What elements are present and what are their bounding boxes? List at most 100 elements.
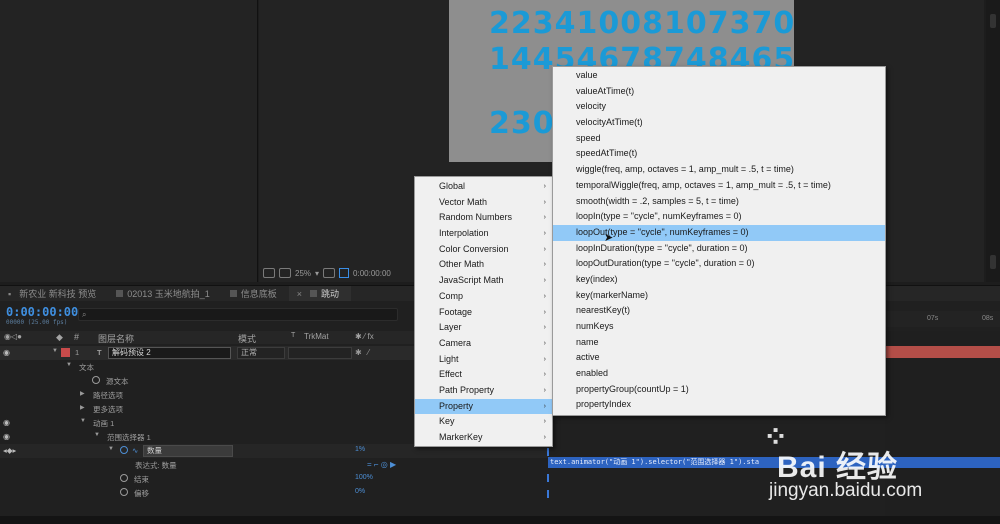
display-icon[interactable]: [279, 268, 291, 278]
mouse-pointer-icon: ➤: [604, 232, 614, 244]
monitor-icon[interactable]: [263, 268, 275, 278]
menu-item-property-index[interactable]: propertyIndex: [553, 397, 885, 413]
current-time[interactable]: 0:00:00:00: [6, 305, 78, 319]
tab-corn-field[interactable]: 02013 玉米地航拍_1: [108, 286, 222, 302]
offset-value[interactable]: 0%: [355, 488, 365, 495]
menu-item-property[interactable]: Property ›: [415, 398, 552, 415]
time-ruler[interactable]: 07s 08s: [885, 311, 1000, 327]
menu-item-effect[interactable]: Effect ›: [415, 367, 552, 383]
menu-item-javascript-math[interactable]: JavaScript Math ›: [415, 273, 552, 289]
menu-item-enabled[interactable]: enabled: [553, 366, 885, 382]
trkmat-select[interactable]: [288, 347, 352, 359]
close-icon[interactable]: ▪: [8, 289, 11, 299]
menu-item-velocity-at-time[interactable]: velocityAtTime(t): [553, 115, 885, 131]
layer-switches[interactable]: ✱ ⁄: [355, 348, 371, 357]
menu-item-global[interactable]: Global ›: [415, 179, 552, 195]
av-switches-icon: ◉◁●: [4, 332, 22, 341]
expand-icon[interactable]: ▼: [52, 348, 58, 354]
expand-icon[interactable]: ▶: [80, 390, 85, 397]
expand-icon[interactable]: ▼: [94, 432, 100, 438]
menu-item-loop-in-duration[interactable]: loopInDuration(type = "cycle", duration …: [553, 241, 885, 257]
chevron-down-icon[interactable]: ▾: [315, 269, 319, 278]
chevron-right-icon: ›: [543, 308, 546, 316]
menu-item-key-index[interactable]: key(index): [553, 272, 885, 288]
tab-jump[interactable]: × 跳动: [288, 285, 352, 302]
menu-item-velocity[interactable]: velocity: [553, 99, 885, 115]
viewer-timecode[interactable]: 0:00:00:00: [353, 269, 391, 278]
column-layer-name[interactable]: 图层名称: [98, 332, 134, 345]
menu-item-nearest-key[interactable]: nearestKey(t): [553, 303, 885, 319]
keyframe-nav-icon[interactable]: ◂◆▸: [3, 446, 16, 455]
tab-preview[interactable]: ▪ 新农业 新科技 预览: [0, 286, 108, 302]
tab-info-board[interactable]: 信息底板: [222, 286, 289, 302]
menu-item-loop-out-duration[interactable]: loopOutDuration(type = "cycle", duration…: [553, 256, 885, 272]
menu-item-wiggle[interactable]: wiggle(freq, amp, octaves = 1, amp_mult …: [553, 162, 885, 178]
stopwatch-icon[interactable]: [92, 376, 100, 384]
expand-icon[interactable]: ▼: [66, 362, 72, 368]
menu-item-light[interactable]: Light ›: [415, 352, 552, 368]
menu-label: Interpolation: [439, 228, 489, 239]
layer-name[interactable]: 解码预设 2: [108, 347, 231, 359]
menu-item-value-at-time[interactable]: valueAtTime(t): [553, 84, 885, 100]
expression-controls-icon[interactable]: = ⌐ ◎ ▶: [367, 460, 396, 469]
chevron-right-icon: ›: [543, 245, 546, 253]
layer-search-input[interactable]: ⌕: [78, 308, 398, 321]
menu-item-footage[interactable]: Footage ›: [415, 305, 552, 321]
menu-item-name[interactable]: name: [553, 335, 885, 351]
menu-item-random-numbers[interactable]: Random Numbers ›: [415, 210, 552, 226]
menu-item-key-marker-name[interactable]: key(markerName): [553, 288, 885, 304]
menu-item-path-property[interactable]: Path Property ›: [415, 383, 552, 399]
column-trkmat[interactable]: TrkMat: [304, 332, 329, 341]
menu-item-value[interactable]: value: [553, 68, 885, 84]
stopwatch-icon[interactable]: [120, 474, 128, 482]
close-icon[interactable]: ×: [297, 289, 302, 299]
menu-item-speed[interactable]: speed: [553, 131, 885, 147]
safe-area-icon[interactable]: [323, 268, 336, 278]
mask-icon[interactable]: [339, 268, 350, 278]
property-label: 更多选项: [93, 405, 123, 414]
expand-icon[interactable]: ▼: [108, 446, 114, 452]
menu-item-comp[interactable]: Comp ›: [415, 289, 552, 305]
menu-item-vector-math[interactable]: Vector Math ›: [415, 195, 552, 211]
panel-grip[interactable]: [990, 255, 996, 269]
menu-item-layer[interactable]: Layer ›: [415, 320, 552, 336]
column-mode[interactable]: 模式: [238, 332, 256, 345]
expression-row[interactable]: 表达式: 数量 = ⌐ ◎ ▶: [0, 458, 548, 472]
chevron-right-icon: ›: [543, 355, 546, 363]
property-offset[interactable]: 偏移 0%: [0, 486, 548, 500]
menu-item-num-keys[interactable]: numKeys: [553, 319, 885, 335]
menu-label: Color Conversion: [439, 243, 509, 254]
menu-item-active[interactable]: active: [553, 350, 885, 366]
menu-item-loop-in[interactable]: loopIn(type = "cycle", numKeyframes = 0): [553, 209, 885, 225]
menu-item-smooth[interactable]: smooth(width = .2, samples = 5, t = time…: [553, 194, 885, 210]
expand-icon[interactable]: ▼: [80, 418, 86, 424]
panel-grip[interactable]: [990, 14, 996, 28]
eye-icon[interactable]: ◉: [3, 432, 10, 441]
end-value[interactable]: 100%: [355, 474, 373, 481]
zoom-level[interactable]: 25%: [295, 269, 311, 278]
graph-icon[interactable]: ∿: [132, 446, 138, 455]
eye-icon[interactable]: ◉: [3, 418, 10, 427]
menu-item-camera[interactable]: Camera ›: [415, 336, 552, 352]
menu-item-key[interactable]: Key ›: [415, 414, 552, 430]
menu-item-markerkey[interactable]: MarkerKey ›: [415, 430, 552, 446]
menu-item-other-math[interactable]: Other Math ›: [415, 257, 552, 273]
layer-duration-bar[interactable]: [885, 346, 1000, 358]
menu-item-interpolation[interactable]: Interpolation ›: [415, 226, 552, 242]
property-end[interactable]: 结束 100%: [0, 472, 548, 486]
menu-item-property-group[interactable]: propertyGroup(countUp = 1): [553, 382, 885, 398]
menu-item-color-conversion[interactable]: Color Conversion ›: [415, 242, 552, 258]
menu-item-temporal-wiggle[interactable]: temporalWiggle(freq, amp, octaves = 1, a…: [553, 178, 885, 194]
expand-icon[interactable]: ▶: [80, 404, 85, 411]
chevron-right-icon: ›: [543, 418, 546, 426]
stopwatch-icon[interactable]: [120, 488, 128, 496]
blend-mode-select[interactable]: 正常: [237, 347, 285, 359]
menu-item-speed-at-time[interactable]: speedAtTime(t): [553, 146, 885, 162]
menu-item-loop-out[interactable]: loopOut(type = "cycle", numKeyframes = 0…: [553, 224, 885, 241]
amount-value[interactable]: 1%: [355, 446, 365, 453]
layer-label-color[interactable]: [61, 348, 70, 357]
chevron-right-icon: ›: [543, 277, 546, 285]
eye-icon[interactable]: ◉: [3, 348, 10, 357]
expression-label: 表达式: 数量: [135, 461, 177, 470]
stopwatch-icon[interactable]: [120, 446, 128, 454]
